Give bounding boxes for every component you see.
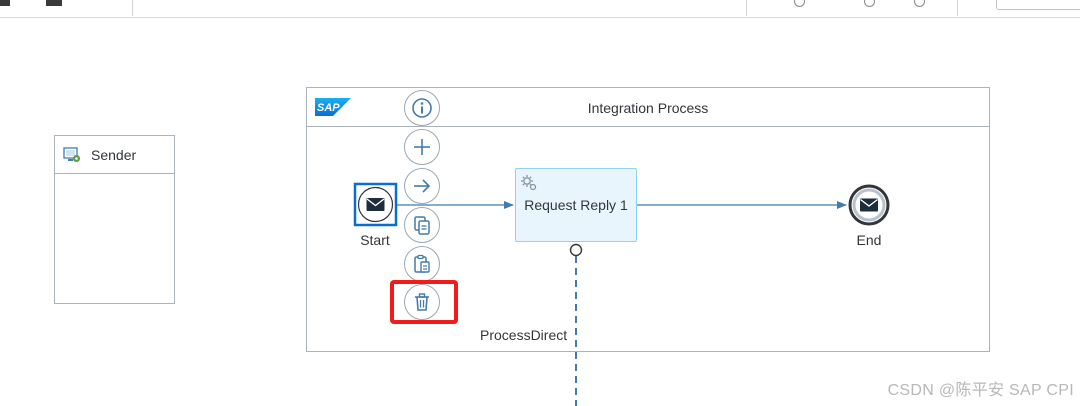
info-button[interactable] <box>404 90 440 126</box>
end-event[interactable] <box>848 184 890 226</box>
copy-icon <box>414 216 430 235</box>
request-reply-task[interactable]: Request Reply 1 <box>515 168 637 242</box>
paste-icon <box>414 254 430 273</box>
copy-button[interactable] <box>404 207 440 243</box>
delete-highlight-box <box>390 280 458 324</box>
paste-button[interactable] <box>404 246 440 282</box>
start-event[interactable] <box>353 182 398 227</box>
processdirect-label: ProcessDirect <box>480 327 568 343</box>
connect-button[interactable] <box>404 168 440 204</box>
add-button[interactable] <box>404 129 440 165</box>
gear-icon <box>521 175 537 191</box>
start-event-label: Start <box>360 232 390 248</box>
watermark: CSDN @陈平安 SAP CPI <box>887 382 1074 399</box>
add-icon <box>414 139 430 155</box>
info-icon <box>412 98 432 118</box>
message-flow-anchor <box>569 243 583 257</box>
connect-arrow-icon <box>414 179 431 193</box>
end-event-label: End <box>856 232 882 248</box>
task-label: Request Reply 1 <box>524 197 628 213</box>
